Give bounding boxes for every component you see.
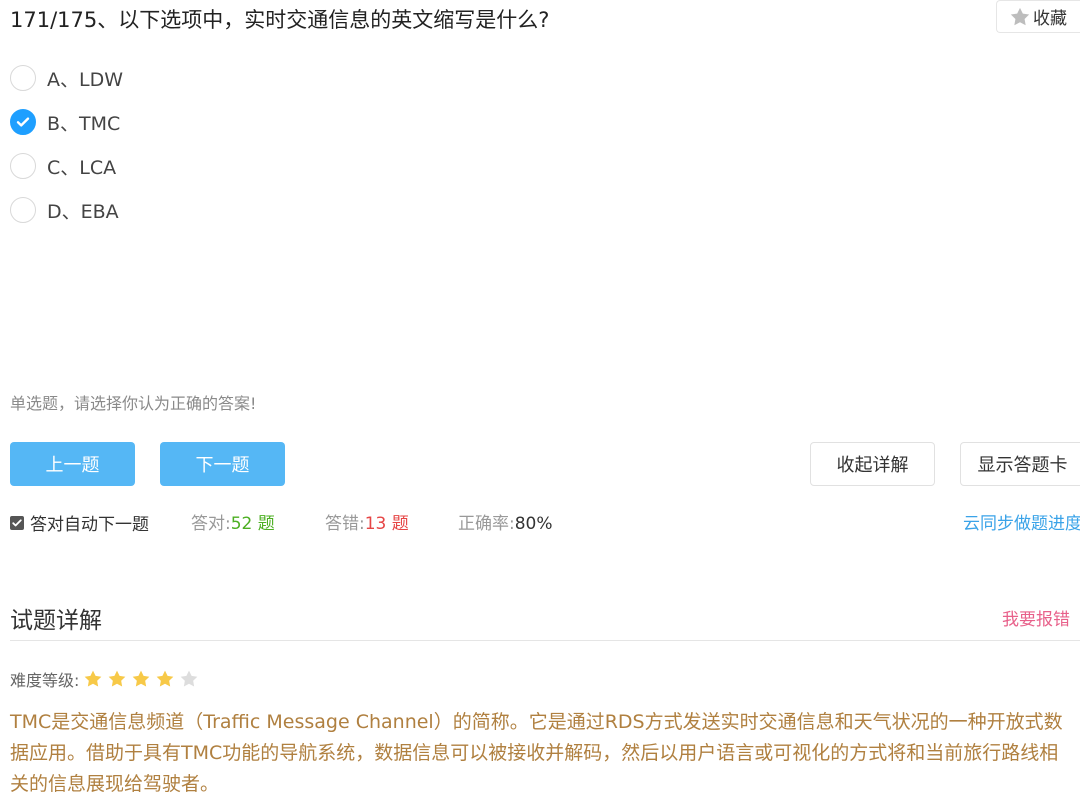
star-filled-icon [133,670,150,687]
sync-progress-link[interactable]: 云同步做题进度 [963,509,1080,534]
explanation-text: TMC是交通信息频道（Traffic Message Channel）的简称。它… [10,711,1063,795]
star-filled-icon [109,670,126,687]
check-icon [12,518,22,526]
option-label: D、EBA [47,200,119,223]
option-label: A、LDW [47,68,124,91]
star-filled-icon [85,670,102,687]
wrong-label: 答错: [325,514,365,534]
radio-icon[interactable] [10,197,36,223]
correct-count-stat: 答对:52 题 [191,509,275,534]
checkbox-checked-icon[interactable] [10,515,24,530]
next-question-button[interactable]: 下一题 [160,442,285,486]
option-c[interactable]: C、LCA [10,151,116,181]
option-d[interactable]: D、EBA [10,195,119,225]
difficulty-label: 难度等级: [10,671,80,690]
wrong-count-stat: 答错:13 题 [325,509,409,534]
correct-count: 52 [230,514,253,534]
detail-heading: 试题详解 [10,608,102,634]
difficulty-stars [83,669,203,689]
accuracy-value: 80% [514,514,553,534]
favorite-label: 收藏 [1033,9,1067,29]
option-a[interactable]: A、LDW [10,63,123,93]
divider [10,640,1080,641]
question-title: 171/175、以下选项中，实时交通信息的英文缩写是什么? [10,8,550,32]
collapse-detail-button[interactable]: 收起详解 [810,442,935,486]
radio-icon[interactable] [10,153,36,179]
correct-unit: 题 [257,514,275,534]
option-label: B、TMC [47,112,121,135]
check-icon [16,117,30,127]
radio-checked-icon[interactable] [10,109,36,135]
favorite-button[interactable]: 收藏 [996,0,1080,33]
auto-next-label: 答对自动下一题 [30,515,149,535]
question-type-hint: 单选题，请选择你认为正确的答案! [10,394,257,413]
report-error-link[interactable]: 我要报错 [1002,605,1070,630]
accuracy-label: 正确率: [458,514,515,534]
auto-next-checkbox[interactable]: 答对自动下一题 [10,510,149,535]
option-b[interactable]: B、TMC [10,107,120,137]
radio-icon[interactable] [10,65,36,91]
accuracy-stat: 正确率:80% [458,509,553,534]
correct-label: 答对: [191,514,231,534]
star-filled-icon [157,670,174,687]
option-label: C、LCA [47,156,117,179]
wrong-count: 13 [364,514,387,534]
star-icon [1010,7,1030,25]
star-empty-icon [181,670,198,687]
prev-question-button[interactable]: 上一题 [10,442,135,486]
difficulty-row: 难度等级: [10,667,203,691]
wrong-unit: 题 [391,514,409,534]
show-answer-card-button[interactable]: 显示答题卡 [960,442,1080,486]
